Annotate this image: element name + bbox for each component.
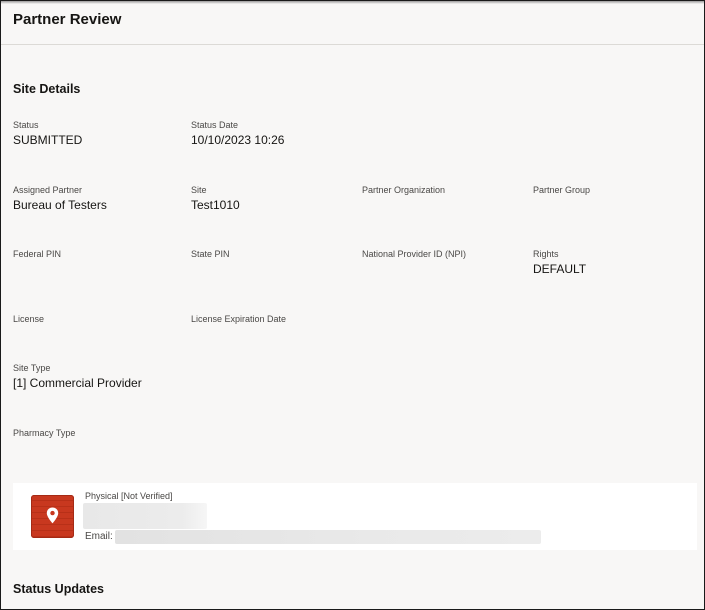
field-partner-organization: Partner Organization <box>362 185 445 198</box>
page-title: Partner Review <box>13 11 122 28</box>
panel-header: Partner Review <box>1 1 704 45</box>
field-label: Partner Group <box>533 185 591 195</box>
field-value: 10/10/2023 10:26 <box>191 133 285 147</box>
address-redacted <box>83 503 207 529</box>
site-details-heading: Site Details <box>13 82 81 96</box>
status-updates-heading: Status Updates <box>13 582 104 596</box>
field-value: Bureau of Testers <box>13 198 107 212</box>
field-label: Partner Organization <box>362 185 446 195</box>
field-federal-pin: Federal PIN <box>13 249 61 262</box>
field-value: DEFAULT <box>533 262 587 276</box>
field-value: Test1010 <box>191 198 240 212</box>
field-state-pin: State PIN <box>191 249 230 262</box>
field-label: State PIN <box>191 249 230 259</box>
field-label: Pharmacy Type <box>13 428 76 438</box>
field-license-expiration: License Expiration Date <box>191 314 286 327</box>
field-rights: Rights DEFAULT <box>533 249 586 277</box>
email-label: Email: <box>85 531 113 542</box>
field-value: [1] Commercial Provider <box>13 376 142 390</box>
field-label: Status <box>13 120 39 130</box>
field-site-type: Site Type [1] Commercial Provider <box>13 363 142 391</box>
field-npi: National Provider ID (NPI) <box>362 249 466 262</box>
field-license: License <box>13 314 44 327</box>
field-partner-group: Partner Group <box>533 185 590 198</box>
address-type-label: Physical [Not Verified] <box>85 491 173 501</box>
field-value: SUBMITTED <box>13 133 83 147</box>
field-site: Site Test1010 <box>191 185 240 213</box>
address-card: Physical [Not Verified] Email: <box>13 483 697 550</box>
field-pharmacy-type: Pharmacy Type <box>13 428 75 441</box>
field-label: License Expiration Date <box>191 314 287 324</box>
field-label: Status Date <box>191 120 239 130</box>
location-pin-icon <box>31 495 74 538</box>
field-label: License <box>13 314 45 324</box>
field-label: Site <box>191 185 207 195</box>
partner-review-panel: Partner Review Site Details Status SUBMI… <box>0 0 705 610</box>
field-status-date: Status Date 10/10/2023 10:26 <box>191 120 284 148</box>
field-label: Rights <box>533 249 559 259</box>
field-label: Assigned Partner <box>13 185 83 195</box>
field-label: National Provider ID (NPI) <box>362 249 467 259</box>
field-status: Status SUBMITTED <box>13 120 82 148</box>
field-label: Site Type <box>13 363 51 373</box>
field-label: Federal PIN <box>13 249 62 259</box>
field-assigned-partner: Assigned Partner Bureau of Testers <box>13 185 107 213</box>
email-redacted <box>115 530 541 544</box>
